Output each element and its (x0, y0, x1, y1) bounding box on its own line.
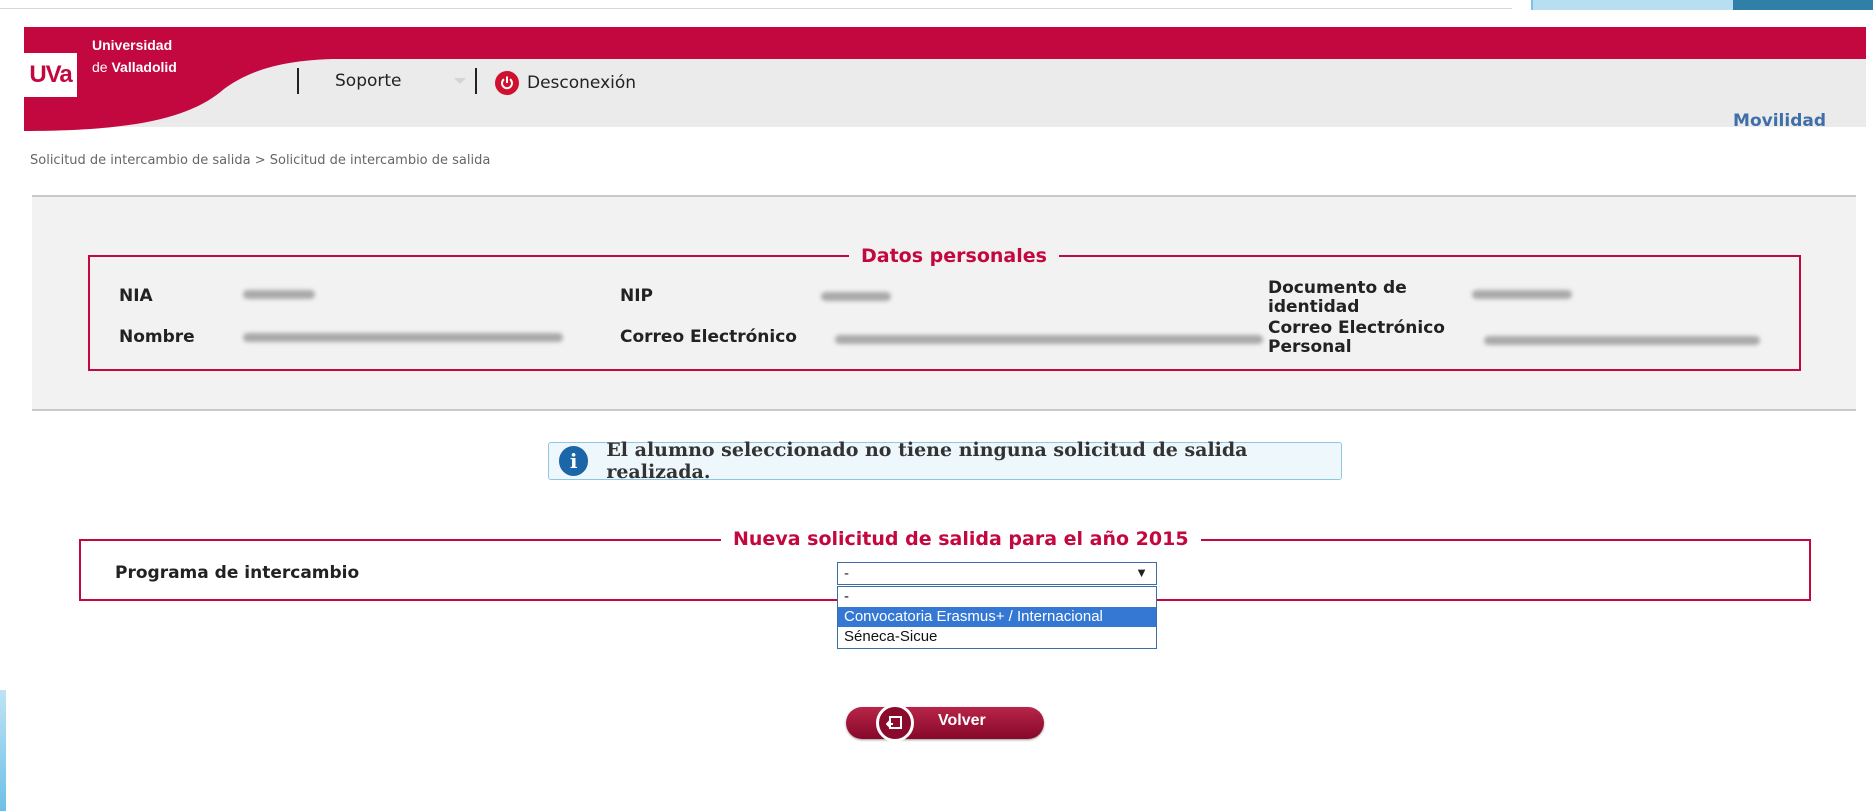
name-value-redacted (243, 333, 563, 342)
breadcrumb: Solicitud de intercambio de salida > Sol… (30, 153, 491, 168)
email-label: Correo Electrónico (620, 327, 797, 347)
new-request-legend: Nueva solicitud de salida para el año 20… (721, 528, 1201, 550)
program-option[interactable]: Séneca-Sicue (838, 627, 1156, 647)
info-message: i El alumno seleccionado no tiene ningun… (548, 439, 1342, 483)
logo-city-name: Valladolid (111, 59, 177, 75)
info-message-text: El alumno seleccionado no tiene ninguna … (606, 439, 1248, 483)
logout-label: Desconexión (527, 73, 637, 93)
left-decoration (0, 690, 6, 811)
nia-value-redacted (243, 290, 315, 299)
nip-label: NIP (620, 286, 654, 306)
chevron-down-icon[interactable] (454, 78, 466, 84)
dropdown-arrow-icon: ▼ (1135, 565, 1148, 580)
program-options-list: - Convocatoria Erasmus+ / Internacional … (837, 586, 1157, 649)
logout-button[interactable]: Desconexión (495, 69, 636, 97)
nav-separator (297, 68, 299, 94)
document-label: Documento de identidad (1268, 278, 1407, 317)
back-button[interactable]: Volver (846, 704, 1044, 742)
return-icon (876, 704, 914, 742)
site-header: UVa Universidad de Valladolid (24, 27, 1866, 131)
info-icon: i (559, 446, 589, 476)
corner-decoration (1507, 0, 1873, 10)
power-icon (495, 71, 519, 95)
logo-university-text: Universidad (92, 37, 173, 53)
personal-data-fieldset (88, 255, 1801, 371)
personal-email-label: Correo Electrónico Personal (1268, 318, 1445, 357)
movilidad-link[interactable]: Movilidad (1733, 111, 1826, 131)
name-label: Nombre (119, 327, 195, 347)
email-value-redacted (835, 335, 1263, 344)
nav-separator (475, 68, 477, 94)
program-select-value: - (844, 565, 849, 582)
program-label: Programa de intercambio (115, 563, 360, 583)
document-value-redacted (1472, 290, 1572, 299)
back-button-label: Volver (938, 712, 986, 729)
personal-email-value-redacted (1484, 336, 1760, 345)
uva-logo[interactable]: UVa (24, 53, 77, 97)
personal-data-legend: Datos personales (849, 245, 1059, 267)
nav-support-link[interactable]: Soporte (335, 71, 402, 91)
program-select[interactable]: - ▼ (837, 562, 1157, 585)
top-divider (0, 8, 1512, 9)
nia-label: NIA (119, 286, 153, 306)
logo-city-text: de Valladolid (92, 59, 177, 75)
logo-city-prefix: de (92, 59, 112, 75)
program-option[interactable]: - (838, 587, 1156, 607)
nip-value-redacted (821, 292, 891, 301)
program-option-highlighted[interactable]: Convocatoria Erasmus+ / Internacional (838, 607, 1156, 627)
